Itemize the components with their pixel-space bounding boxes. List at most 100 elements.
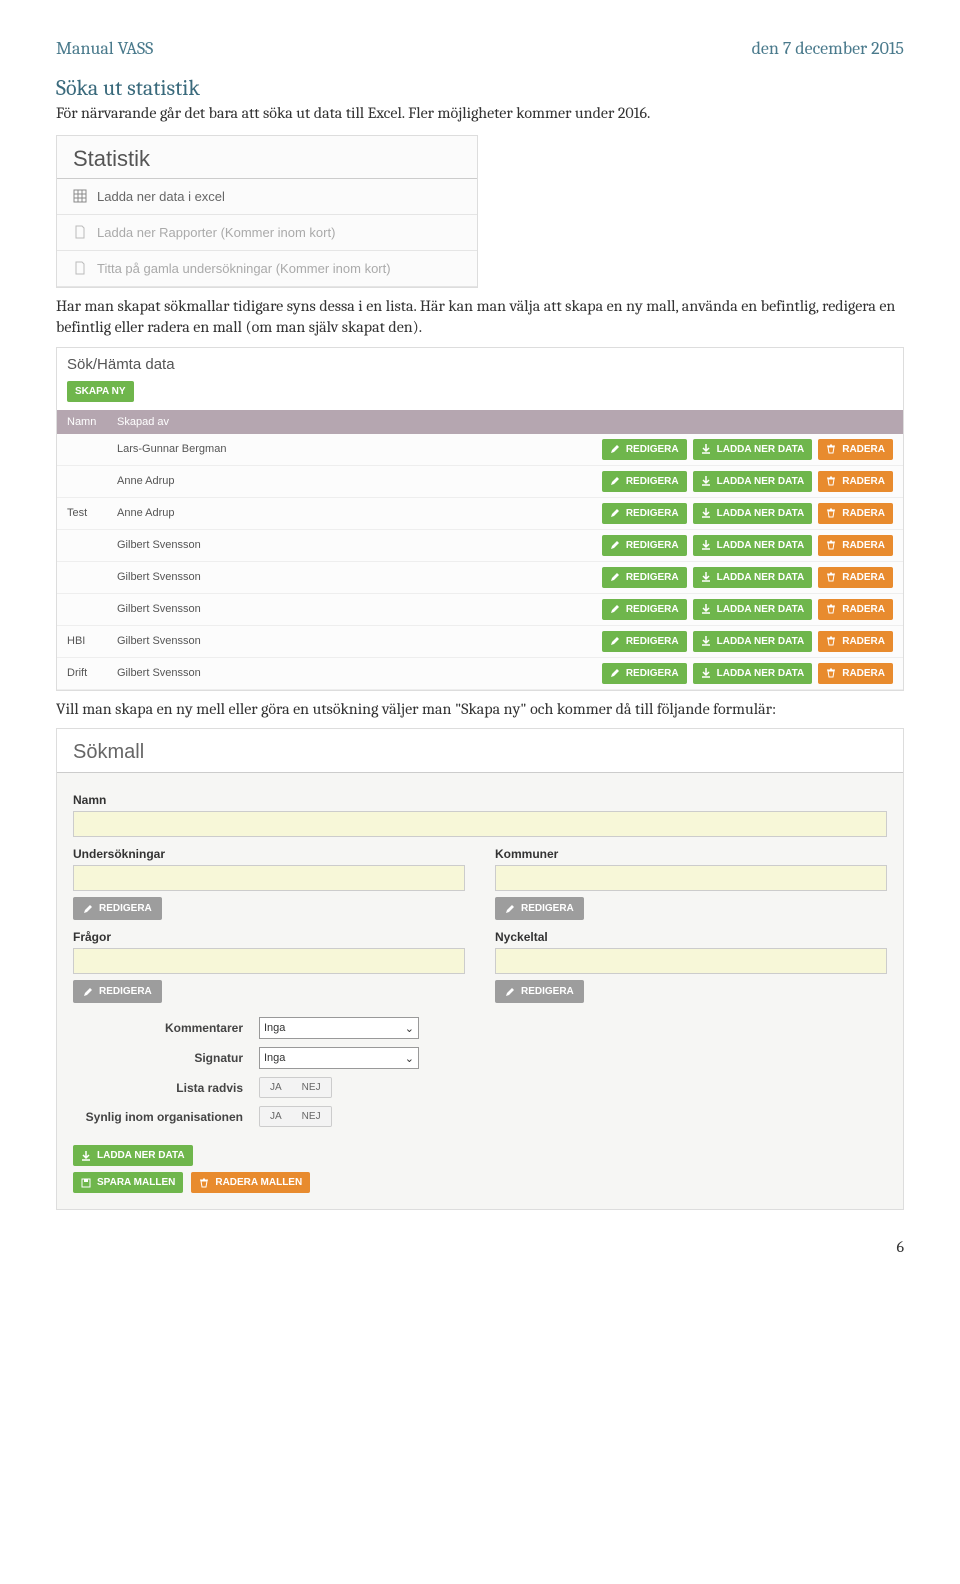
redigera-kommuner-button[interactable]: REDIGERA [495, 897, 584, 920]
radera-button[interactable]: RADERA [818, 567, 893, 588]
redigera-undersokningar-button[interactable]: REDIGERA [73, 897, 162, 920]
table-row: Lars-Gunnar BergmanREDIGERA LADDA NER DAT… [57, 434, 903, 466]
statistik-title: Statistik [57, 136, 477, 179]
edit-icon [610, 476, 620, 486]
label-lista-radvis: Lista radvis [73, 1081, 243, 1095]
trash-icon [199, 1178, 209, 1188]
trash-icon [826, 508, 836, 518]
table-row: Gilbert SvenssonREDIGERA LADDA NER DATARA… [57, 594, 903, 626]
ladda-ner-button[interactable]: LADDA NER DATA [693, 471, 813, 492]
chevron-down-icon: ⌄ [405, 1022, 414, 1035]
ladda-ner-button[interactable]: LADDA NER DATA [693, 631, 813, 652]
trash-icon [826, 476, 836, 486]
page-number: 6 [0, 1238, 960, 1276]
cell-namn: Test [67, 507, 117, 519]
redigera-button[interactable]: REDIGERA [602, 471, 687, 492]
label-fragor: Frågor [73, 930, 465, 944]
undersokningar-input[interactable] [73, 865, 465, 891]
redigera-nyckeltal-button[interactable]: REDIGERA [495, 980, 584, 1003]
ladda-ner-button[interactable]: LADDA NER DATA [693, 535, 813, 556]
namn-input[interactable] [73, 811, 887, 837]
redigera-button[interactable]: REDIGERA [602, 663, 687, 684]
radera-button[interactable]: RADERA [818, 599, 893, 620]
spara-mallen-button[interactable]: SPARA MALLEN [73, 1172, 183, 1193]
stat-reports: Ladda ner Rapporter (Kommer inom kort) [57, 215, 477, 251]
cell-skapad-av: Gilbert Svensson [117, 635, 602, 647]
edit-icon [610, 540, 620, 550]
chevron-down-icon: ⌄ [405, 1052, 414, 1065]
label-undersokningar: Undersökningar [73, 847, 465, 861]
edit-icon [610, 668, 620, 678]
cell-skapad-av: Anne Adrup [117, 475, 602, 487]
cell-namn: HBI [67, 635, 117, 647]
paragraph-3: Vill man skapa en ny mell eller göra en … [56, 699, 904, 721]
table-row: Gilbert SvenssonREDIGERALADDA NER DATARA… [57, 562, 903, 594]
table-row: TestAnne AdrupREDIGERA LADDA NER DATARADE… [57, 498, 903, 530]
radera-button[interactable]: RADERA [818, 503, 893, 524]
pencil-icon [83, 904, 93, 914]
redigera-button[interactable]: REDIGERA [602, 503, 687, 524]
cell-namn: Drift [67, 667, 117, 679]
ladda-ner-button[interactable]: LADDA NER DATA [693, 663, 813, 684]
synlig-toggle[interactable]: JANEJ [259, 1106, 332, 1127]
stat-old-surveys: Titta på gamla undersökningar (Kommer in… [57, 251, 477, 287]
intro-paragraph: För närvarande går det bara att söka ut … [56, 103, 904, 125]
ladda-ner-button[interactable]: LADDA NER DATA [693, 567, 813, 588]
doc-header-left: Manual VASS [56, 38, 153, 59]
download-icon [701, 668, 711, 678]
cell-skapad-av: Lars-Gunnar Bergman [117, 443, 602, 455]
stat-row-label: Ladda ner Rapporter (Kommer inom kort) [97, 225, 335, 240]
col-namn: Namn [67, 416, 117, 428]
grid-icon [73, 189, 87, 203]
redigera-fragor-button[interactable]: REDIGERA [73, 980, 162, 1003]
redigera-button[interactable]: REDIGERA [602, 631, 687, 652]
pencil-icon [505, 987, 515, 997]
radera-button[interactable]: RADERA [818, 535, 893, 556]
ladda-ner-button[interactable]: LADDA NER DATA [693, 503, 813, 524]
label-synlig: Synlig inom organisationen [73, 1110, 243, 1124]
download-icon [701, 604, 711, 614]
skapa-ny-button[interactable]: SKAPA NY [67, 381, 134, 402]
radera-button[interactable]: RADERA [818, 471, 893, 492]
redigera-button[interactable]: REDIGERA [602, 439, 687, 460]
ladda-ner-button[interactable]: LADDA NER DATA [693, 599, 813, 620]
redigera-button[interactable]: REDIGERA [602, 599, 687, 620]
label-kommentarer: Kommentarer [73, 1021, 243, 1035]
label-nyckeltal: Nyckeltal [495, 930, 887, 944]
stat-download-excel[interactable]: Ladda ner data i excel [57, 179, 477, 215]
kommuner-input[interactable] [495, 865, 887, 891]
download-icon [701, 476, 711, 486]
lista-radvis-toggle[interactable]: JANEJ [259, 1077, 332, 1098]
cell-skapad-av: Anne Adrup [117, 507, 602, 519]
download-icon [701, 572, 711, 582]
trash-icon [826, 572, 836, 582]
ladda-ner-button[interactable]: LADDA NER DATA [693, 439, 813, 460]
download-icon [701, 636, 711, 646]
sokhamta-title: Sök/Hämta data [57, 348, 903, 381]
ladda-ner-data-button[interactable]: LADDA NER DATA [73, 1145, 193, 1166]
edit-icon [610, 508, 620, 518]
edit-icon [610, 604, 620, 614]
redigera-button[interactable]: REDIGERA [602, 567, 687, 588]
sokhamta-panel: Sök/Hämta data SKAPA NY Namn Skapad av L… [56, 347, 904, 691]
signatur-select[interactable]: Inga⌄ [259, 1047, 419, 1069]
fragor-input[interactable] [73, 948, 465, 974]
label-kommuner: Kommuner [495, 847, 887, 861]
label-namn: Namn [73, 793, 887, 807]
kommentarer-select[interactable]: Inga⌄ [259, 1017, 419, 1039]
table-row: HBIGilbert SvenssonREDIGERA LADDA NER DAT… [57, 626, 903, 658]
radera-mallen-button[interactable]: RADERA MALLEN [191, 1172, 310, 1193]
redigera-button[interactable]: REDIGERA [602, 535, 687, 556]
nyckeltal-input[interactable] [495, 948, 887, 974]
stat-row-label: Ladda ner data i excel [97, 189, 225, 204]
stat-row-label: Titta på gamla undersökningar (Kommer in… [97, 261, 391, 276]
radera-button[interactable]: RADERA [818, 439, 893, 460]
trash-icon [826, 604, 836, 614]
save-icon [81, 1178, 91, 1188]
radera-button[interactable]: RADERA [818, 663, 893, 684]
radera-button[interactable]: RADERA [818, 631, 893, 652]
edit-icon [610, 444, 620, 454]
table-header: Namn Skapad av [57, 410, 903, 434]
cell-skapad-av: Gilbert Svensson [117, 603, 602, 615]
cell-skapad-av: Gilbert Svensson [117, 539, 602, 551]
